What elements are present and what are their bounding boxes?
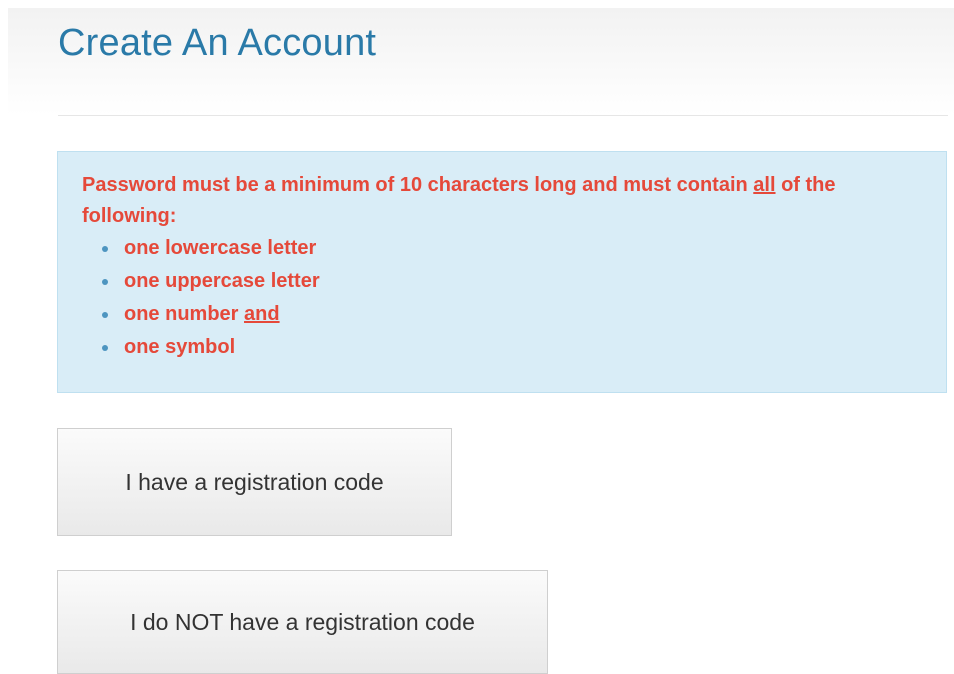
intro-emphasis-all: all — [753, 174, 776, 196]
password-requirements-intro: Password must be a minimum of 10 charact… — [82, 170, 902, 232]
password-requirements-list: one lowercase letter one uppercase lette… — [82, 232, 922, 364]
intro-text-before: Password must be a minimum of 10 charact… — [82, 174, 754, 196]
requirement-item: one number and — [102, 298, 922, 331]
requirement-item: one uppercase letter — [102, 265, 922, 298]
requirement-emphasis-and: and — [244, 303, 280, 325]
requirement-text: one uppercase letter — [124, 270, 320, 292]
page-title: Create An Account — [58, 22, 377, 64]
title-divider — [58, 115, 948, 116]
requirement-item: one lowercase letter — [102, 232, 922, 265]
password-requirements-notice: Password must be a minimum of 10 charact… — [57, 151, 947, 393]
bullet-icon — [102, 279, 108, 285]
requirement-item: one symbol — [102, 331, 922, 364]
requirement-text: one symbol — [124, 336, 236, 358]
have-registration-code-button[interactable]: I have a registration code — [57, 428, 452, 536]
requirement-text: one number — [124, 303, 245, 325]
bullet-icon — [102, 312, 108, 318]
no-registration-code-button[interactable]: I do NOT have a registration code — [57, 570, 548, 674]
bullet-icon — [102, 345, 108, 351]
requirement-text: one lowercase letter — [124, 237, 317, 259]
bullet-icon — [102, 246, 108, 252]
